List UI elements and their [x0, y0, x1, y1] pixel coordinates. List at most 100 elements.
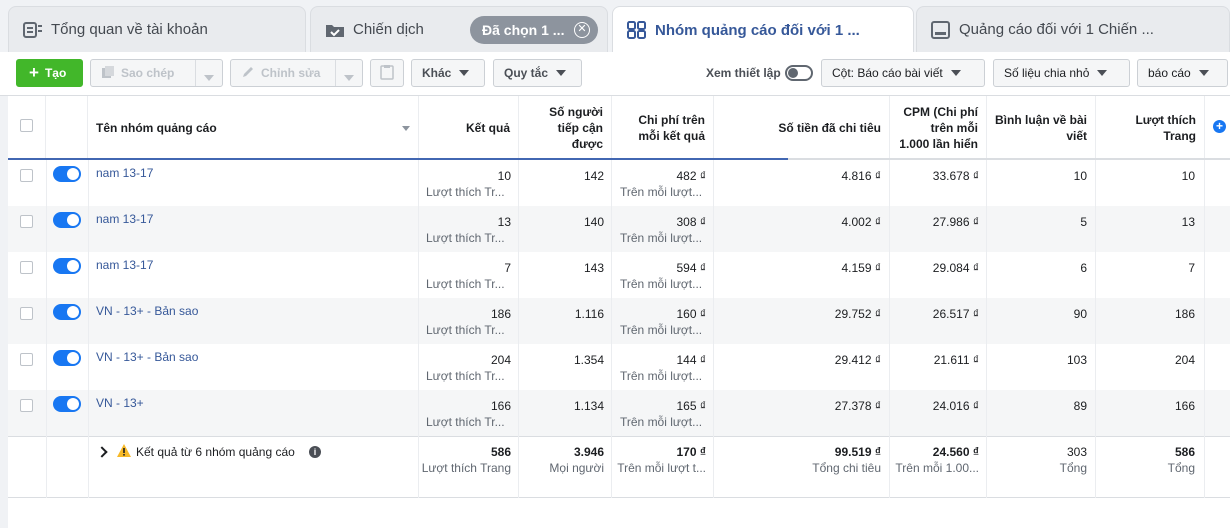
row-toggle[interactable]	[53, 212, 81, 228]
select-all-checkbox[interactable]	[20, 119, 33, 132]
view-setup-label: Xem thiết lập	[706, 66, 781, 80]
header-cpm[interactable]: CPM (Chi phí trên mỗi 1.000 lần hiển	[890, 96, 987, 160]
chevron-right-icon[interactable]	[96, 446, 108, 458]
totals-cost: 170 ₫	[676, 445, 706, 459]
table-row[interactable]: nam 13-17 7 Lượt thích Tr... 143 594 ₫ Trên m…	[8, 252, 1230, 298]
cpm-value: 21.611 ₫	[933, 353, 979, 367]
tab-account-overview[interactable]: Tổng quan về tài khoản	[8, 6, 306, 52]
ad-set-name-link[interactable]: nam 13-17	[96, 212, 153, 226]
reach-value: 1.116	[574, 307, 604, 321]
comments-value: 89	[1073, 399, 1087, 413]
totals-label: Kết quả từ 6 nhóm quảng cáo	[136, 445, 295, 459]
totals-likes-sub: Tổng	[1167, 461, 1195, 475]
clipboard-button[interactable]	[370, 59, 404, 87]
reports-dropdown[interactable]: báo cáo	[1137, 59, 1228, 87]
rules-button[interactable]: Quy tắc	[493, 59, 582, 87]
chevron-down-icon	[459, 70, 470, 76]
likes-value: 10	[1181, 169, 1195, 183]
row-checkbox[interactable]	[20, 353, 33, 366]
rules-label: Quy tắc	[504, 66, 549, 80]
add-column-icon[interactable]: +	[1213, 120, 1226, 133]
header-post-comments[interactable]: Bình luận về bài viết	[987, 96, 1096, 160]
spent-value: 29.412 ₫	[834, 353, 881, 367]
reach-value: 1.354	[573, 353, 604, 367]
totals-cpm-sub: Trên mỗi 1.00...	[895, 461, 979, 475]
results-value: 10	[497, 169, 511, 183]
totals-cost-sub: Trên mỗi lượt t...	[617, 461, 706, 475]
cost-value: 308 ₫	[676, 215, 706, 229]
row-checkbox[interactable]	[20, 215, 33, 228]
header-name[interactable]: Tên nhóm quảng cáo	[88, 96, 419, 160]
comments-value: 103	[1066, 353, 1087, 367]
cpm-value: 26.517 ₫	[932, 307, 979, 321]
table-row[interactable]: nam 13-17 13 Lượt thích Tr... 140 308 ₫ Trên …	[8, 206, 1230, 252]
header-page-likes[interactable]: Lượt thích Trang	[1096, 96, 1205, 160]
likes-value: 204	[1174, 353, 1195, 367]
table-row[interactable]: VN - 13+ 166 Lượt thích Tr... 1.134 165 ₫ Trê…	[8, 390, 1230, 436]
more-button[interactable]: Khác	[411, 59, 485, 87]
row-checkbox[interactable]	[20, 307, 33, 320]
row-checkbox[interactable]	[20, 261, 33, 274]
grid-icon	[627, 21, 647, 39]
header-comments-line-1: Bình luận về bài	[994, 113, 1087, 127]
spent-value: 4.816 ₫	[841, 169, 881, 183]
columns-label: Cột: Báo cáo bài viết	[832, 66, 943, 80]
comments-value: 90	[1073, 307, 1087, 321]
table-row[interactable]: VN - 13+ - Bản sao 204 Lượt thích Tr... 1.3…	[8, 344, 1230, 390]
copy-icon	[101, 65, 115, 82]
ad-icon	[931, 20, 951, 39]
create-label: Tạo	[44, 66, 67, 80]
edit-button[interactable]: Chỉnh sửa	[230, 59, 363, 87]
row-checkbox[interactable]	[20, 399, 33, 412]
tab-ads[interactable]: Quảng cáo đối với 1 Chiến ...	[916, 6, 1230, 52]
results-sub: Lượt thích Tr...	[426, 369, 505, 383]
cpm-value: 33.678 ₫	[932, 169, 979, 183]
header-results[interactable]: Kết quả	[419, 96, 519, 160]
cost-sub: Trên mỗi lượt...	[620, 415, 703, 429]
close-icon[interactable]: ✕	[574, 22, 590, 38]
tab-label: Nhóm quảng cáo đối với 1 ...	[655, 21, 860, 39]
totals-row: Kết quả từ 6 nhóm quảng cáo i 586 Lượt t…	[8, 436, 1230, 498]
table-row[interactable]: VN - 13+ - Bản sao 186 Lượt thích Tr... 1.1…	[8, 298, 1230, 344]
create-button[interactable]: + Tạo	[16, 59, 83, 87]
row-toggle[interactable]	[53, 350, 81, 366]
ad-set-name-link[interactable]: VN - 13+	[96, 396, 144, 410]
ad-set-name-link[interactable]: nam 13-17	[96, 258, 153, 272]
info-icon[interactable]: i	[309, 446, 321, 458]
cost-value: 594 ₫	[676, 261, 706, 275]
columns-dropdown[interactable]: Cột: Báo cáo bài viết	[821, 59, 985, 87]
edit-label: Chỉnh sửa	[261, 66, 321, 80]
cost-sub: Trên mỗi lượt...	[620, 185, 703, 199]
row-toggle[interactable]	[53, 258, 81, 274]
tab-bar: Tổng quan về tài khoản Chiến dịch Đã chọ…	[0, 0, 1230, 53]
totals-spent-sub: Tổng chi tiêu	[812, 461, 881, 475]
ad-set-name-link[interactable]: nam 13-17	[96, 166, 153, 180]
tab-ad-sets[interactable]: Nhóm quảng cáo đối với 1 ...	[612, 6, 914, 53]
breakdown-dropdown[interactable]: Số liệu chia nhỏ	[993, 59, 1130, 87]
header-add-column: +	[1205, 96, 1230, 160]
ad-set-name-link[interactable]: VN - 13+ - Bản sao	[96, 304, 198, 318]
header-comments-line-2: viết	[1066, 129, 1087, 143]
header-cost-per-result[interactable]: Chi phí trên mỗi kết quả	[612, 96, 714, 160]
cpm-value: 29.084 ₫	[932, 261, 979, 275]
view-setup-toggle[interactable]	[785, 65, 813, 81]
selected-filter-chip[interactable]: Đã chọn 1 ... ✕	[470, 16, 598, 44]
ad-set-name-link[interactable]: VN - 13+ - Bản sao	[96, 350, 198, 364]
row-toggle[interactable]	[53, 304, 81, 320]
header-cpm-line-2: trên mỗi	[930, 121, 978, 135]
cpm-value: 27.986 ₫	[932, 215, 979, 229]
table-row[interactable]: nam 13-17 10 Lượt thích Tr... 142 482 ₫ Trên …	[8, 160, 1230, 206]
chevron-down-icon	[204, 70, 214, 84]
header-name-label: Tên nhóm quảng cáo	[96, 121, 217, 135]
results-sub: Lượt thích Tr...	[426, 185, 505, 199]
row-toggle[interactable]	[53, 396, 81, 412]
header-cpm-line-1: CPM (Chi phí	[903, 105, 978, 119]
header-cpm-line-3: 1.000 lần hiển	[899, 137, 978, 151]
header-amount-spent[interactable]: Số tiền đã chi tiêu	[714, 96, 890, 160]
row-toggle[interactable]	[53, 166, 81, 182]
header-reach[interactable]: Số người tiếp cận được	[519, 96, 612, 160]
totals-comments: 303	[1066, 445, 1087, 459]
copy-button[interactable]: Sao chép	[90, 59, 223, 87]
cpm-value: 24.016 ₫	[932, 399, 979, 413]
row-checkbox[interactable]	[20, 169, 33, 182]
